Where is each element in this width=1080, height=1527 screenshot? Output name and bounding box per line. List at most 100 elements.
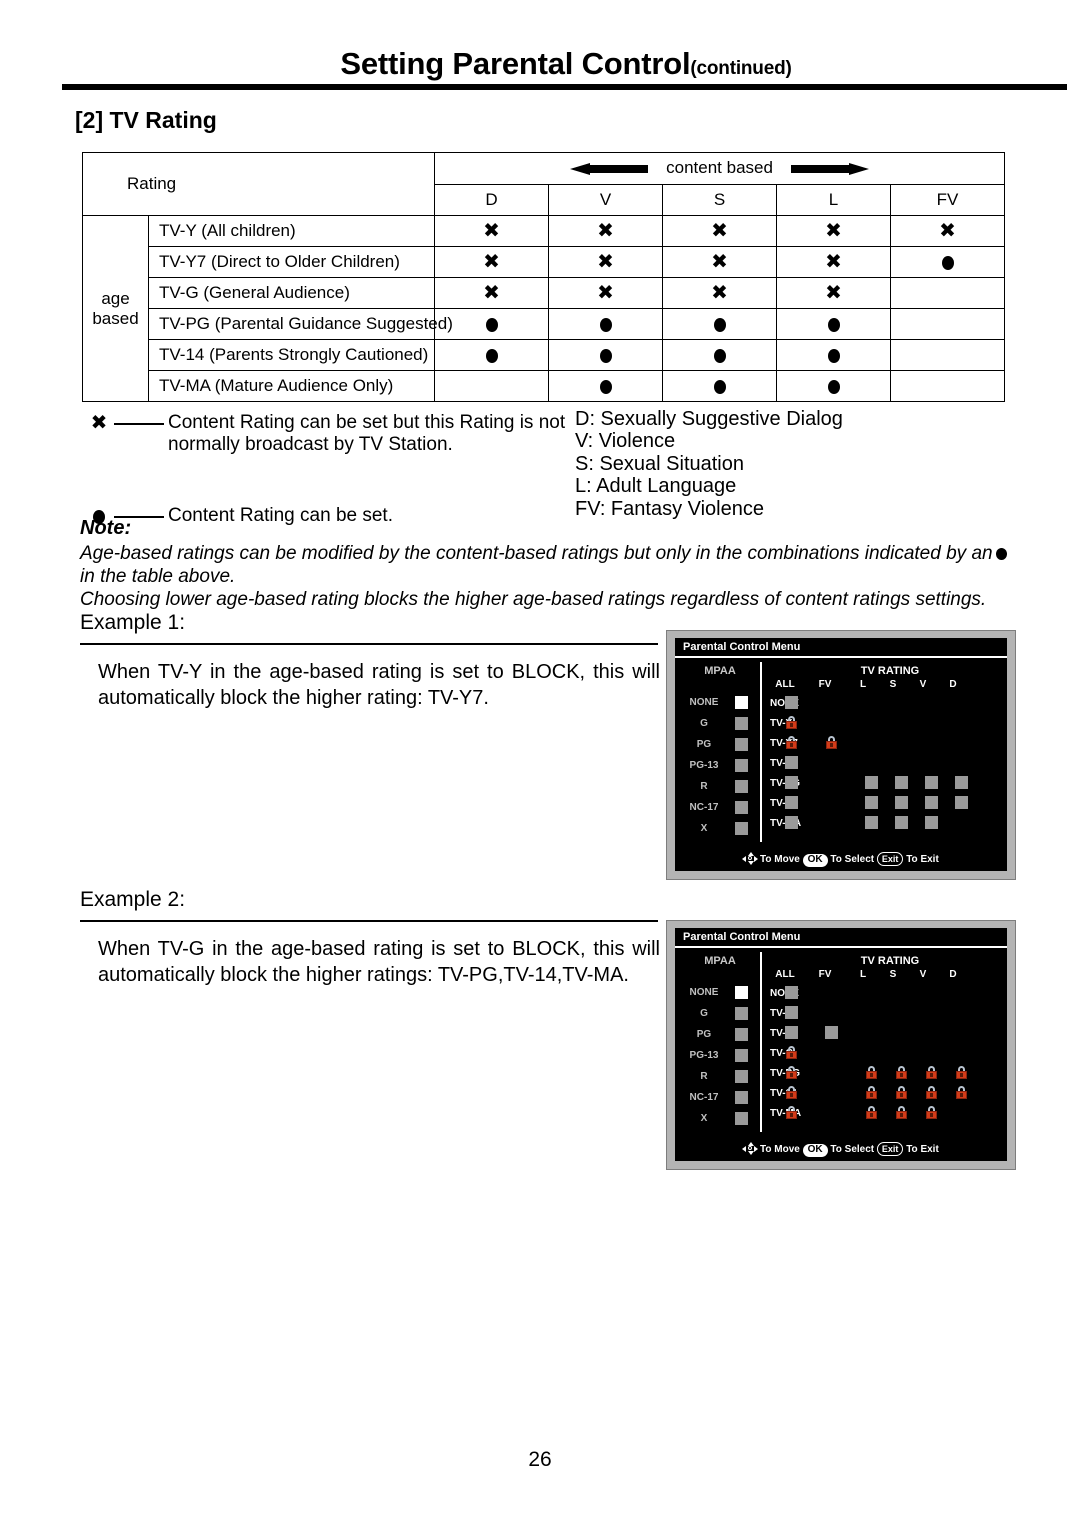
note-line1-part1: Age-based ratings can be modified by the…	[80, 543, 993, 564]
mpaa-checkbox[interactable]	[735, 986, 748, 999]
mpaa-row-g[interactable]: G	[679, 1006, 757, 1024]
mpaa-checkbox[interactable]	[735, 1112, 748, 1125]
mpaa-checkbox[interactable]	[735, 1007, 748, 1020]
abbrev-item: V: Violence	[575, 430, 676, 453]
lock-icon[interactable]	[955, 1066, 968, 1079]
tvrating-checkbox[interactable]	[895, 776, 908, 789]
lock-icon[interactable]	[925, 1066, 938, 1079]
x-mark-icon: ✖	[825, 281, 842, 304]
mpaa-row-nc-17[interactable]: NC-17	[679, 1090, 757, 1108]
mpaa-row-nc-17[interactable]: NC-17	[679, 800, 757, 818]
hint-select-label: To Select	[830, 854, 875, 865]
tvrating-checkbox[interactable]	[925, 816, 938, 829]
example1-divider	[80, 643, 658, 645]
mpaa-row-x[interactable]: X	[679, 821, 757, 839]
tvrating-checkbox[interactable]	[785, 796, 798, 809]
mpaa-checkbox[interactable]	[735, 822, 748, 835]
lock-icon[interactable]	[865, 1086, 878, 1099]
rating-cell-fv	[890, 370, 1006, 402]
page-title: Setting Parental Control(continued)	[62, 46, 1070, 82]
lock-icon[interactable]	[785, 1106, 798, 1119]
mpaa-row-label: NONE	[689, 987, 719, 998]
column-header-s: S	[662, 183, 778, 216]
mpaa-row-none[interactable]: NONE	[679, 985, 757, 1003]
mpaa-checkbox[interactable]	[735, 696, 748, 709]
tvrating-checkbox[interactable]	[785, 1006, 798, 1019]
tvrating-checkbox[interactable]	[895, 796, 908, 809]
note-line1-part2: in the table above.	[80, 566, 236, 588]
lock-icon[interactable]	[955, 1086, 968, 1099]
mpaa-row-x[interactable]: X	[679, 1111, 757, 1129]
tvrating-checkbox[interactable]	[785, 756, 798, 769]
dpad-icon	[742, 852, 759, 865]
tvrating-checkbox[interactable]	[955, 776, 968, 789]
tvrating-checkbox[interactable]	[865, 796, 878, 809]
tvrating-checkbox[interactable]	[865, 776, 878, 789]
example2-tv-screen: Parental Control Menu MPAA TV RATING NON…	[666, 920, 1016, 1170]
tvrating-checkbox[interactable]	[925, 776, 938, 789]
lock-icon[interactable]	[865, 1066, 878, 1079]
lock-icon[interactable]	[785, 1066, 798, 1079]
filled-dot-icon	[485, 348, 498, 363]
mpaa-row-r[interactable]: R	[679, 1069, 757, 1087]
mpaa-checkbox[interactable]	[735, 717, 748, 730]
rating-cell-v	[548, 339, 664, 371]
tvrating-col-d: D	[949, 969, 957, 980]
hint-move-label: To Move	[760, 854, 800, 865]
lock-icon[interactable]	[925, 1106, 938, 1119]
mpaa-row-pg[interactable]: PG	[679, 1027, 757, 1045]
mpaa-checkbox[interactable]	[735, 801, 748, 814]
age-based-label-cell: age based	[82, 215, 149, 402]
rating-cell-v	[548, 370, 664, 402]
x-mark-icon: ✖	[711, 219, 728, 242]
exit-key-icon: Exit	[876, 1142, 904, 1156]
mpaa-row-pg-13[interactable]: PG-13	[679, 758, 757, 776]
mpaa-row-g[interactable]: G	[679, 716, 757, 734]
lock-icon[interactable]	[785, 736, 798, 749]
mpaa-checkbox[interactable]	[735, 759, 748, 772]
tvrating-col-l: L	[859, 679, 867, 690]
table-header-row: Rating content based	[81, 152, 1006, 216]
lock-icon[interactable]	[865, 1106, 878, 1119]
lock-icon[interactable]	[895, 1106, 908, 1119]
tvrating-checkbox[interactable]	[895, 816, 908, 829]
mpaa-checkbox[interactable]	[735, 1070, 748, 1083]
lock-icon[interactable]	[925, 1086, 938, 1099]
lock-icon[interactable]	[895, 1086, 908, 1099]
tv-column-divider	[760, 952, 762, 1132]
lock-icon[interactable]	[895, 1066, 908, 1079]
tvrating-checkbox[interactable]	[785, 776, 798, 789]
mpaa-checkbox[interactable]	[735, 1091, 748, 1104]
lock-icon[interactable]	[785, 1086, 798, 1099]
tvrating-checkbox[interactable]	[825, 1026, 838, 1039]
rating-cell-s	[662, 370, 778, 402]
mpaa-checkbox[interactable]	[735, 738, 748, 751]
lock-icon[interactable]	[825, 736, 838, 749]
tvrating-checkbox[interactable]	[785, 986, 798, 999]
tvrating-checkbox[interactable]	[925, 796, 938, 809]
tvrating-checkbox[interactable]	[785, 1026, 798, 1039]
mpaa-checkbox[interactable]	[735, 1028, 748, 1041]
section-title: [2] TV Rating	[75, 107, 217, 133]
rating-name-cell: TV-MA (Mature Audience Only)	[147, 370, 436, 402]
table-row: age based TV-Y (All children) ✖ ✖ ✖ ✖ ✖	[82, 215, 1006, 402]
tvrating-checkbox[interactable]	[865, 816, 878, 829]
mpaa-checkbox[interactable]	[735, 1049, 748, 1062]
filled-dot-icon	[827, 348, 840, 363]
mpaa-row-label: G	[700, 1008, 708, 1019]
tvrating-checkbox[interactable]	[955, 796, 968, 809]
note-heading: Note:	[80, 517, 132, 539]
mpaa-checkbox[interactable]	[735, 780, 748, 793]
tvrating-checkbox[interactable]	[785, 816, 798, 829]
rating-cell-v: ✖	[548, 246, 664, 278]
lock-icon[interactable]	[785, 1046, 798, 1059]
note-block: Note: Age-based ratings can be modified …	[80, 517, 1020, 612]
mpaa-row-pg-13[interactable]: PG-13	[679, 1048, 757, 1066]
tvrating-col-s: S	[889, 679, 897, 690]
tvrating-checkbox[interactable]	[785, 696, 798, 709]
mpaa-row-pg[interactable]: PG	[679, 737, 757, 755]
lock-icon[interactable]	[785, 716, 798, 729]
example2-divider	[80, 920, 658, 922]
mpaa-row-r[interactable]: R	[679, 779, 757, 797]
mpaa-row-none[interactable]: NONE	[679, 695, 757, 713]
